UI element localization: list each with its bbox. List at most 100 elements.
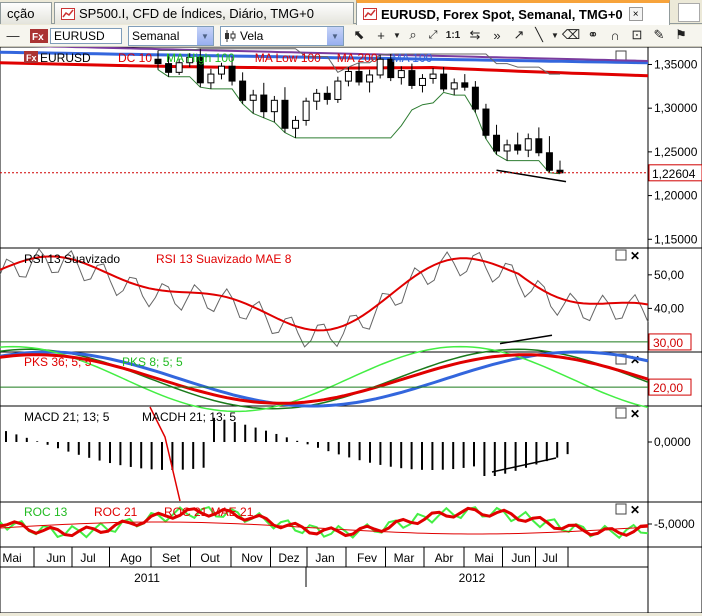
chart-canvas[interactable]: ✕✕✕✕ 1,226041,350001,300001,250001,20000… <box>0 44 702 614</box>
timeframe-value: Semanal <box>132 29 180 43</box>
text-tool-icon[interactable]: ✎ <box>650 26 668 44</box>
candle-body <box>313 92 321 102</box>
rsi-level-label: 30,00 <box>653 336 683 350</box>
x-month-label: Jan <box>315 551 334 565</box>
candle-body <box>154 58 162 65</box>
x-month-label: Abr <box>435 551 454 565</box>
chevron-down-icon[interactable]: ▼ <box>197 27 213 45</box>
tab-sp500[interactable]: SP500.I, CFD de Índices, Diário, TMG+0 <box>54 2 354 24</box>
legend-item: ROC 21 MAE 21 <box>164 505 254 519</box>
candle-body <box>344 70 352 82</box>
x-month-label: Jul <box>80 551 95 565</box>
x-month-label: Ago <box>120 551 142 565</box>
candle-body <box>355 70 363 83</box>
pks-panel <box>0 351 702 407</box>
y-tick-label: 50,00 <box>654 268 684 282</box>
link-icon[interactable]: ⚭ <box>584 26 602 44</box>
candle-body <box>207 73 215 84</box>
legend-item: ROC 13 <box>24 505 68 519</box>
symbol-label: EURUSD <box>40 51 91 65</box>
y-tick-label: 1,15000 <box>654 232 698 246</box>
x-month-label: Nov <box>241 551 262 565</box>
candle-body <box>545 152 553 171</box>
candle-body <box>514 144 522 151</box>
y-tick-label: 1,30000 <box>654 101 698 115</box>
magnet-icon[interactable]: ∩ <box>606 26 624 44</box>
lock-icon[interactable]: ⊡ <box>628 26 646 44</box>
more-icon[interactable]: ⚑ <box>672 26 690 44</box>
symbol-field[interactable]: EURUSD <box>50 28 122 44</box>
legend-item: MA Low 100 <box>255 51 321 65</box>
x-month-label: Dez <box>278 551 299 565</box>
close-icon: ✕ <box>630 249 640 263</box>
zoom-fit-icon[interactable]: ⤢ <box>424 26 442 44</box>
chevron-down-icon[interactable]: ▼ <box>327 27 343 45</box>
zoom-icon[interactable]: ⌕ <box>404 26 422 44</box>
candle-body <box>281 99 289 129</box>
close-icon[interactable]: × <box>628 7 643 21</box>
candle-body <box>270 99 278 113</box>
arrow-tool-icon[interactable]: ↗ <box>510 26 528 44</box>
candle-body <box>239 80 247 101</box>
candle-body <box>292 119 300 129</box>
candle-body <box>429 73 437 79</box>
y-tick-label: 40,00 <box>654 301 684 315</box>
x-month-label: Mai <box>474 551 493 565</box>
minus-icon[interactable]: — <box>4 26 22 44</box>
candle-body <box>493 134 501 152</box>
scroll-right-icon[interactable]: » <box>488 26 506 44</box>
fx-icon-label: Fx <box>26 53 37 63</box>
tab-scroll-icon[interactable] <box>678 3 700 22</box>
legend-item: DC 10 <box>118 51 152 65</box>
time-axis <box>0 546 702 614</box>
x-month-label: Fev <box>357 551 377 565</box>
candle-body <box>503 144 511 152</box>
tab-label: EURUSD, Forex Spot, Semanal, TMG+0 <box>381 6 623 22</box>
eraser-icon[interactable]: ⌫ <box>562 26 580 44</box>
restore-icon <box>615 249 627 261</box>
x-month-label: Jun <box>46 551 65 565</box>
tab-collection[interactable]: cção <box>0 2 52 24</box>
candle-body <box>461 82 469 88</box>
candle-body <box>260 94 268 113</box>
candle-body <box>249 94 257 101</box>
timeframe-select[interactable]: Semanal ▼ <box>128 26 214 46</box>
candle-body <box>323 92 331 100</box>
x-year-label: 2011 <box>134 571 160 585</box>
candle-body <box>440 73 448 90</box>
candle-body <box>217 65 225 75</box>
y-tick-label: 1,35000 <box>654 57 698 71</box>
x-month-label: Mai <box>2 551 21 565</box>
symbol-selector[interactable]: Fx EURUSD <box>30 26 122 46</box>
restore-icon <box>615 407 627 419</box>
pan-icon[interactable]: ⇆ <box>466 26 484 44</box>
candle-body <box>397 70 405 79</box>
chart-style-select[interactable]: Vela ▼ <box>220 26 344 46</box>
candle-body <box>302 100 310 121</box>
x-year-label: 2012 <box>459 571 486 585</box>
legend-item: MA High 100 <box>166 51 235 65</box>
fx-icon: Fx <box>30 29 48 43</box>
candle-body <box>471 86 479 110</box>
candle-body <box>450 82 458 90</box>
tab-label: SP500.I, CFD de Índices, Diário, TMG+0 <box>79 6 314 21</box>
cursor-icon[interactable]: ⬉ <box>350 26 368 44</box>
legend-item: RSI 13 Suavizado <box>24 252 120 266</box>
tab-eurusd[interactable]: EURUSD, Forex Spot, Semanal, TMG+0 × <box>356 0 670 25</box>
x-month-label: Jun <box>511 551 530 565</box>
candle-body <box>524 138 532 151</box>
legend-item: PKS 8; 5; 5 <box>122 355 183 369</box>
one-to-one-icon[interactable]: 1:1 <box>444 26 462 44</box>
close-icon: ✕ <box>630 503 640 517</box>
chart-area[interactable]: ✕ ✕ ✕ ✕ 1,22604 1,35000 1,30000 1,25000 1,20000… <box>0 44 702 614</box>
legend-item: ROC 21 <box>94 505 138 519</box>
chart-toolbar: — Fx EURUSD Semanal ▼ Vela ▼ ⬉ + ▼ ⌕ ⤢ 1… <box>0 25 702 47</box>
current-price-label: 1,22604 <box>652 167 696 181</box>
chart-tab-bar: cção SP500.I, CFD de Índices, Diário, TM… <box>0 0 702 25</box>
svg-text:Fx: Fx <box>32 32 44 43</box>
pks-level-label: 20,00 <box>653 381 683 395</box>
chart-icon <box>61 7 75 20</box>
chart-icon <box>363 8 377 20</box>
x-month-label: Mar <box>394 551 415 565</box>
y-tick-label: 1,25000 <box>654 145 698 159</box>
